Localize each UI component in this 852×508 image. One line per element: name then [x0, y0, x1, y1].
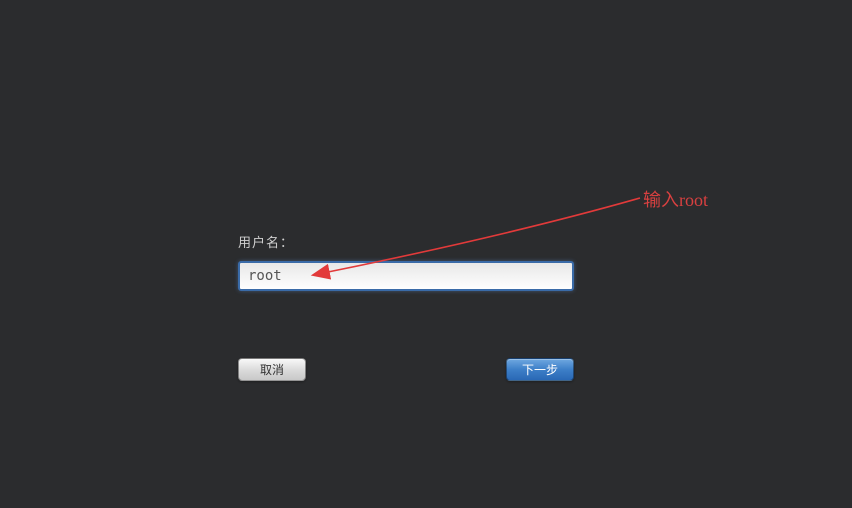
- username-label: 用户名：: [238, 232, 574, 251]
- cancel-button[interactable]: 取消: [238, 358, 306, 381]
- username-input[interactable]: [238, 261, 574, 291]
- annotation-text: 输入root: [643, 186, 708, 212]
- next-button[interactable]: 下一步: [506, 358, 574, 381]
- button-row: 取消 下一步: [238, 358, 574, 381]
- login-form: 用户名：: [238, 232, 574, 291]
